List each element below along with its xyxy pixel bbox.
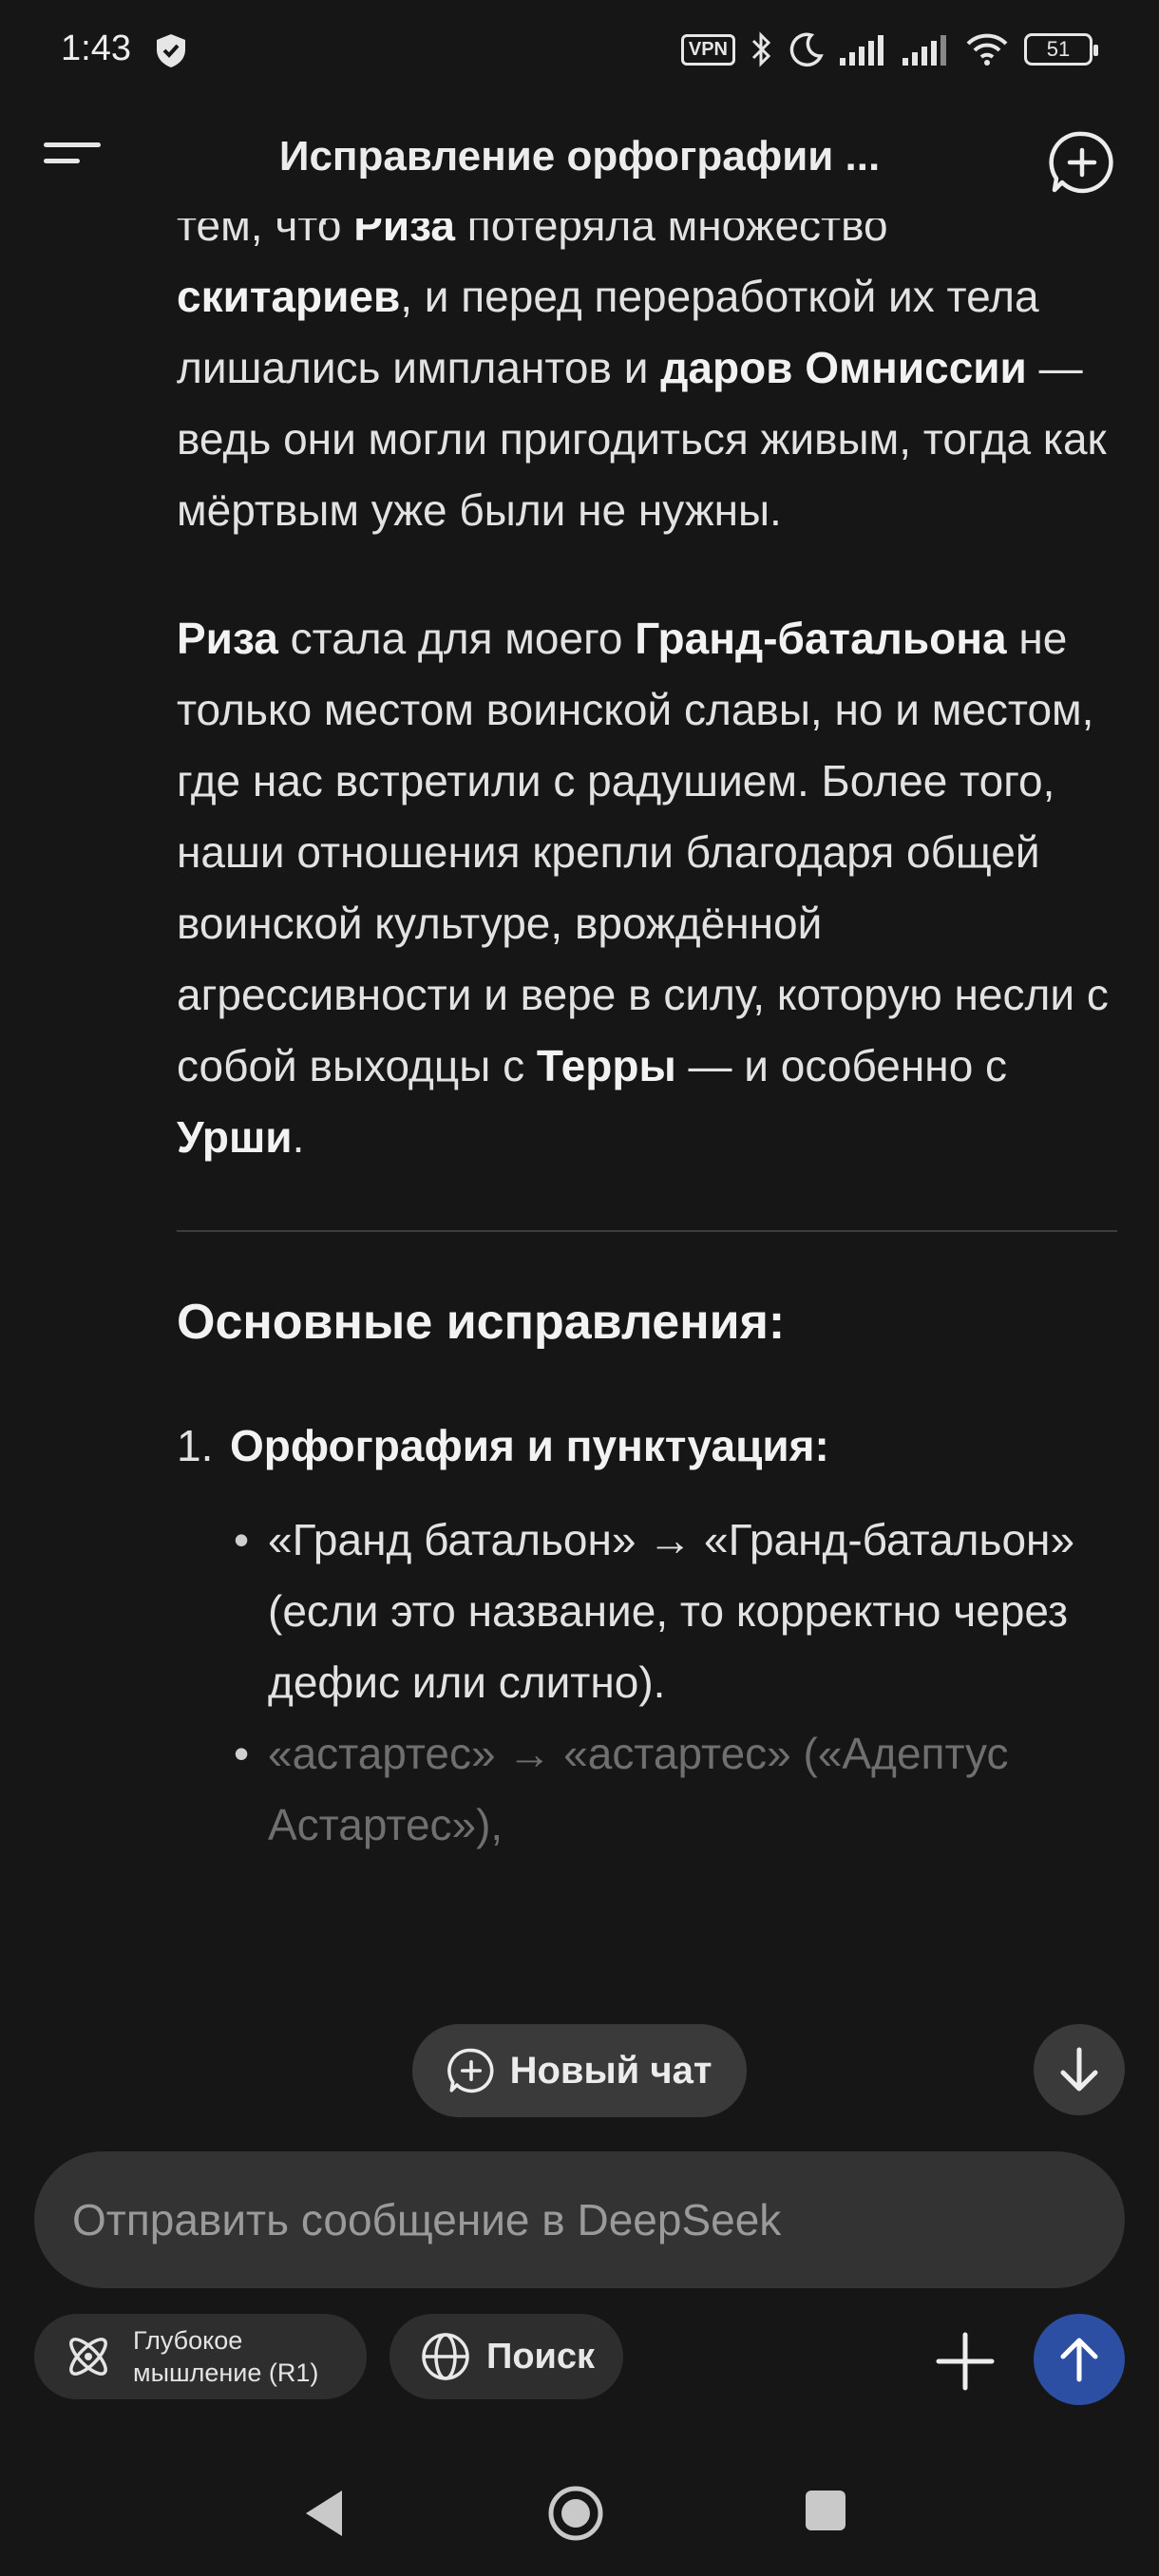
home-icon[interactable] xyxy=(547,2485,604,2542)
bold-term: скитариев xyxy=(177,272,401,321)
paragraph-2: Риза стала для моего Гранд-батальона не … xyxy=(177,603,1117,1173)
message-input[interactable] xyxy=(34,2151,1125,2288)
divider xyxy=(177,1230,1117,1232)
bullet-icon: • xyxy=(234,1729,250,1778)
plus-icon[interactable] xyxy=(927,2323,1003,2399)
back-icon[interactable] xyxy=(302,2487,346,2540)
status-bar: 1:43 VPN 51 xyxy=(0,0,1159,104)
new-chat-label: Новый чат xyxy=(509,2049,712,2092)
bold-term: Гранд-батальона xyxy=(635,614,1007,663)
bluetooth-icon xyxy=(751,31,771,67)
sub-list-item: • «Гранд батальон» → «Гранд-батальон» (е… xyxy=(230,1505,1117,1718)
vpn-icon: VPN xyxy=(680,33,735,66)
wifi-icon xyxy=(966,33,1008,66)
shield-icon xyxy=(157,34,185,67)
text-run: . xyxy=(292,1112,305,1162)
list-item: 1. Орфография и пунктуация: xyxy=(177,1411,1117,1482)
arrow-up-icon xyxy=(1060,2338,1098,2382)
signal-icon-2 xyxy=(902,35,946,66)
scroll-down-button[interactable] xyxy=(1034,2024,1125,2115)
deep-think-button[interactable]: Глубокое мышление (R1) xyxy=(34,2314,367,2399)
new-chat-button[interactable]: Новый чат xyxy=(412,2024,747,2117)
chat-content[interactable]: были против. Всё это объяснялось тем, чт… xyxy=(0,104,1159,2156)
signal-icon xyxy=(840,35,884,66)
app-header: Исправление орфографии ... xyxy=(0,104,1159,218)
search-button[interactable]: Поиск xyxy=(390,2314,623,2399)
send-button[interactable] xyxy=(1034,2314,1125,2405)
battery-icon: 51 xyxy=(1024,33,1098,66)
recents-icon[interactable] xyxy=(806,2491,846,2530)
text-run: стала для моего xyxy=(277,614,636,663)
deep-think-label: Глубокое мышление (R1) xyxy=(133,2326,319,2387)
text-run: — и особенно с xyxy=(675,1041,1008,1090)
sub-list-item: • «астартес» → «астартес» («Адептус Аста… xyxy=(230,1718,1117,1861)
globe-icon xyxy=(422,2333,469,2380)
page-title: Исправление орфографии ... xyxy=(278,133,881,180)
search-label: Поиск xyxy=(486,2336,596,2377)
composer: Глубокое мышление (R1) Поиск xyxy=(0,2128,1159,2451)
bold-term: Риза xyxy=(177,614,278,663)
status-icons: VPN 51 xyxy=(680,30,1098,68)
menu-button[interactable] xyxy=(44,142,104,184)
moon-icon xyxy=(789,32,824,67)
new-chat-icon xyxy=(446,2048,494,2093)
bullet-icon: • xyxy=(234,1515,250,1564)
list-number: 1. xyxy=(177,1421,214,1470)
bold-term: даров Омниссии xyxy=(660,343,1027,392)
status-time: 1:43 xyxy=(61,28,131,68)
text-run: не только местом воинской славы, но и ме… xyxy=(177,614,1109,1090)
new-chat-icon[interactable] xyxy=(1049,129,1115,196)
arrow-down-icon xyxy=(1060,2047,1098,2092)
list-item-title: Орфография и пунктуация: xyxy=(230,1421,829,1470)
atom-icon xyxy=(69,2338,107,2376)
section-heading: Основные исправления: xyxy=(177,1295,786,1350)
bold-term: Урши xyxy=(177,1112,293,1162)
bold-term: Терры xyxy=(536,1041,676,1090)
system-nav-bar xyxy=(0,2451,1159,2576)
sub-list: • «Гранд батальон» → «Гранд-батальон» (е… xyxy=(177,1505,1117,1861)
paragraph-1: тем, что Риза потеряла множество скитари… xyxy=(177,190,1117,546)
